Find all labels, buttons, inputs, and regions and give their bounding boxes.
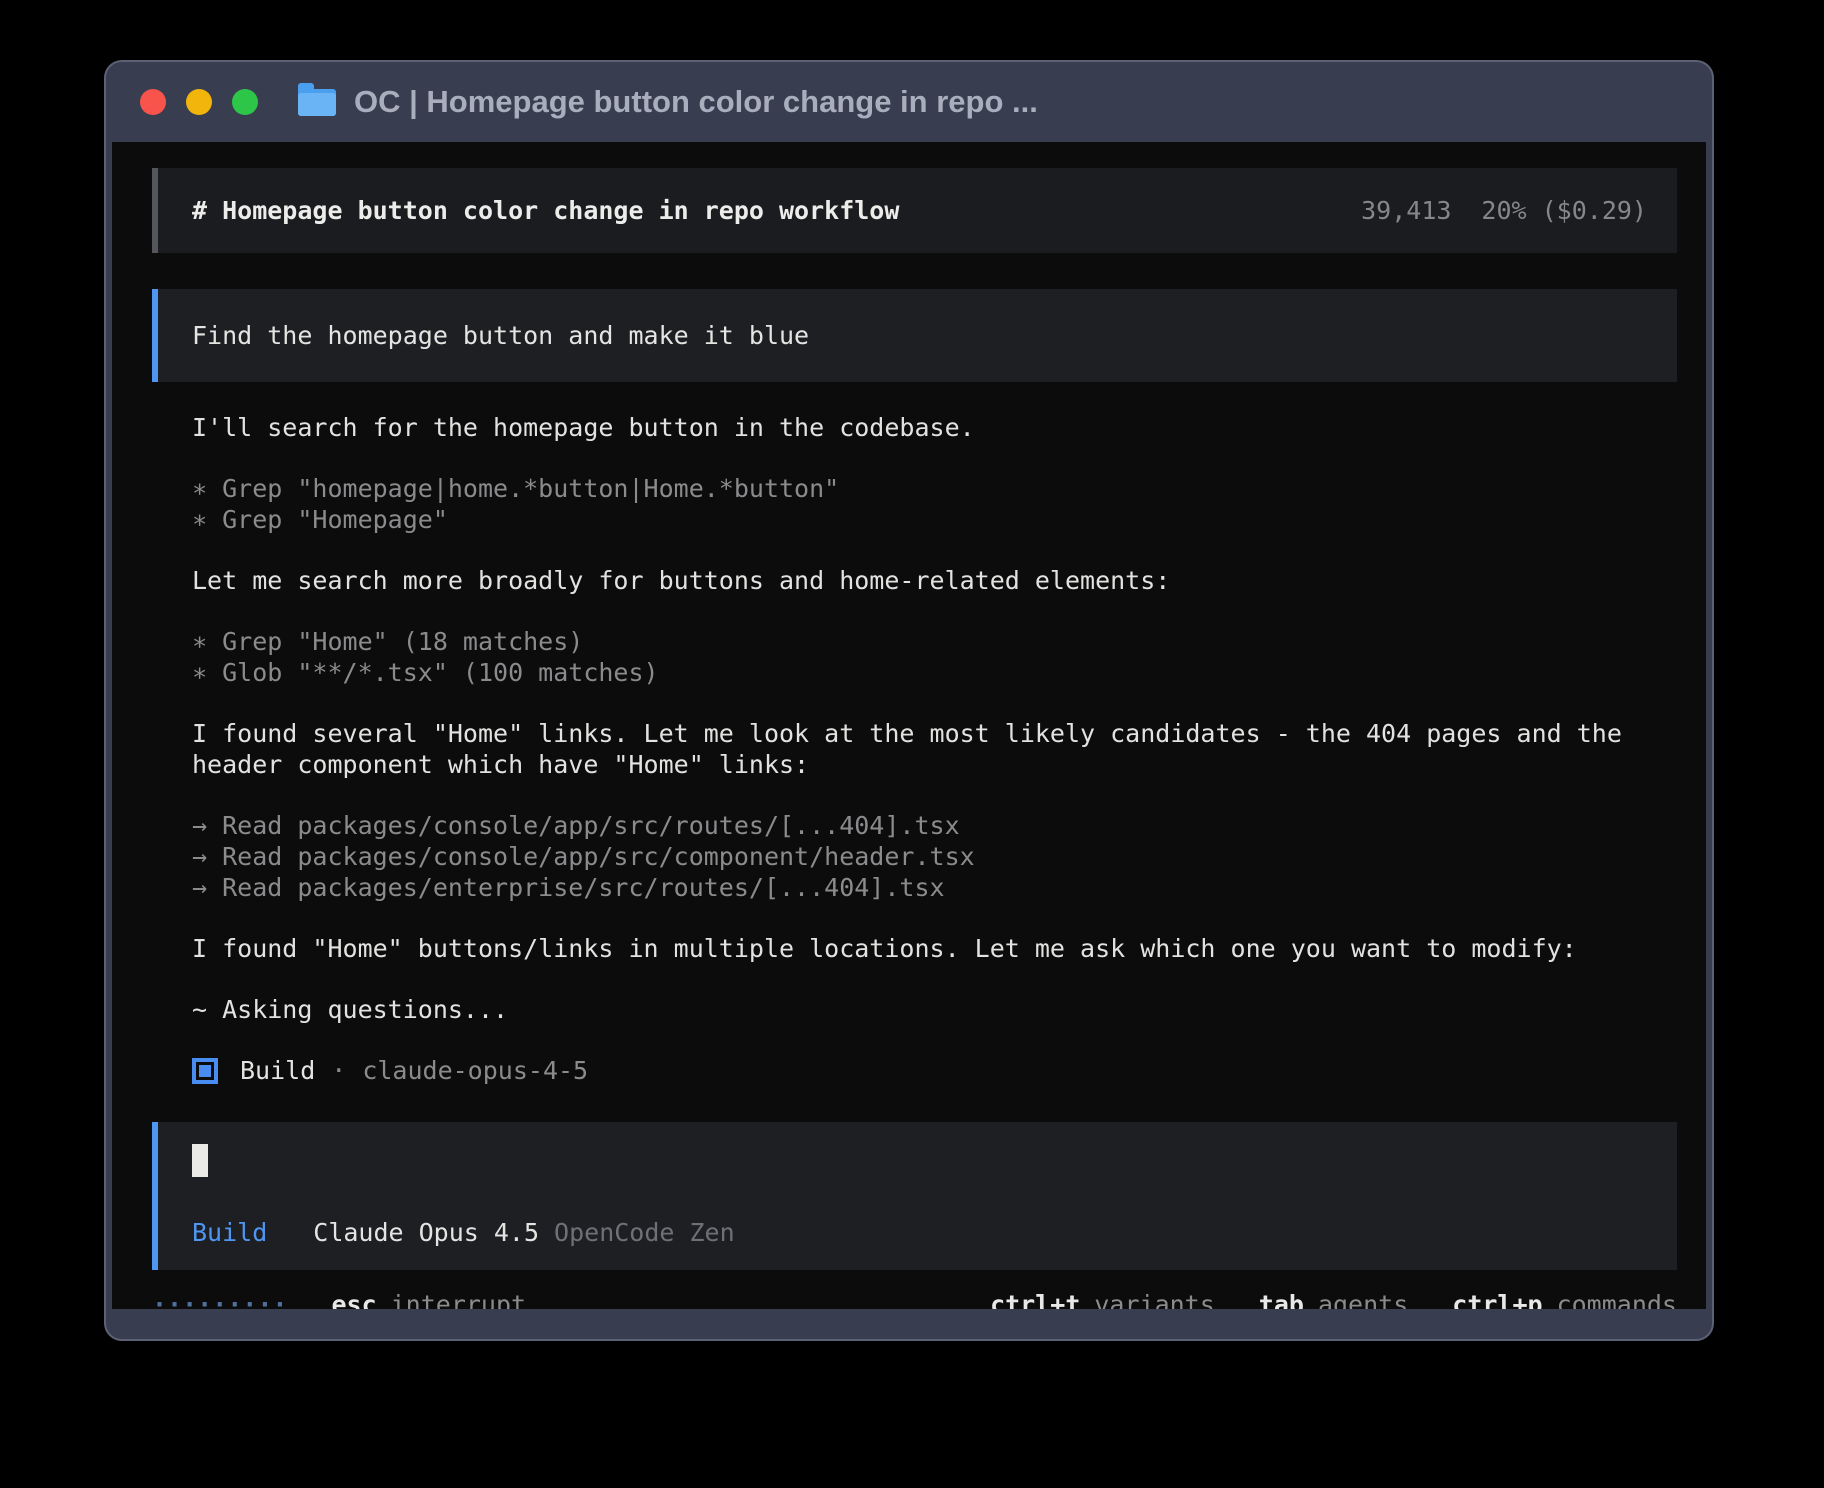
traffic-lights	[140, 89, 258, 115]
status-bar-right: ctrl+t variants tab agents ctrl+p comman…	[990, 1289, 1677, 1309]
spinner-dots: ·········	[152, 1289, 287, 1309]
agent-name: Build	[240, 1055, 315, 1086]
hint-label-commands: commands	[1557, 1289, 1677, 1309]
tool-call-grep: ∗ Grep "Homepage"	[192, 504, 1677, 535]
hint-key-ctrl-t: ctrl+t	[990, 1289, 1080, 1309]
folder-icon	[298, 89, 336, 116]
agent-square-icon	[192, 1058, 218, 1084]
zoom-button[interactable]	[232, 89, 258, 115]
title-bar[interactable]: OC | Homepage button color change in rep…	[106, 62, 1712, 142]
mode-label[interactable]: Build	[192, 1217, 267, 1248]
tool-call-read: → Read packages/console/app/src/componen…	[192, 841, 1677, 872]
terminal-window: OC | Homepage button color change in rep…	[104, 60, 1714, 1341]
user-message-text: Find the homepage button and make it blu…	[192, 321, 809, 350]
hint-label-interrupt: interrupt	[391, 1289, 526, 1309]
tool-call-grep: ∗ Grep "Home" (18 matches)	[192, 626, 1677, 657]
hint-interrupt: esc interrupt	[331, 1289, 526, 1309]
agent-model: claude-opus-4-5	[362, 1055, 588, 1086]
working-status: ~ Asking questions...	[192, 994, 1672, 1025]
session-stats: 39,413 20% ($0.29)	[1361, 195, 1647, 226]
assistant-paragraph: I found several "Home" links. Let me loo…	[192, 718, 1672, 780]
input-meta: Build Claude Opus 4.5 OpenCode Zen	[192, 1217, 1647, 1248]
assistant-transcript: I'll search for the homepage button in t…	[192, 412, 1677, 1086]
context-cost: 20% ($0.29)	[1481, 195, 1647, 226]
provider-label: OpenCode Zen	[554, 1217, 735, 1248]
hint-label-variants: variants	[1094, 1289, 1214, 1309]
token-count: 39,413	[1361, 195, 1451, 226]
session-header: # Homepage button color change in repo w…	[152, 168, 1677, 253]
hint-key-ctrl-p: ctrl+p	[1452, 1289, 1542, 1309]
hint-agents: tab agents	[1259, 1289, 1408, 1309]
tool-call-grep: ∗ Grep "homepage|home.*button|Home.*butt…	[192, 473, 1677, 504]
minimize-button[interactable]	[186, 89, 212, 115]
status-bar: ········· esc interrupt ctrl+t variants …	[152, 1289, 1677, 1309]
status-bar-left: ········· esc interrupt	[152, 1289, 526, 1309]
assistant-paragraph: Let me search more broadly for buttons a…	[192, 565, 1672, 596]
tool-call-group: ∗ Grep "homepage|home.*button|Home.*butt…	[192, 473, 1677, 535]
text-cursor	[192, 1144, 208, 1177]
close-button[interactable]	[140, 89, 166, 115]
hint-key-tab: tab	[1259, 1289, 1304, 1309]
session-title: # Homepage button color change in repo w…	[192, 195, 899, 226]
tool-call-read: → Read packages/enterprise/src/routes/[.…	[192, 872, 1677, 903]
prompt-input[interactable]: Build Claude Opus 4.5 OpenCode Zen	[152, 1122, 1677, 1270]
agent-separator: ·	[331, 1055, 346, 1086]
hint-label-agents: agents	[1318, 1289, 1408, 1309]
hint-key-esc: esc	[331, 1289, 376, 1309]
model-label[interactable]: Claude Opus 4.5	[313, 1217, 539, 1248]
hint-commands: ctrl+p commands	[1452, 1289, 1677, 1309]
hint-variants: ctrl+t variants	[990, 1289, 1215, 1309]
assistant-paragraph: I'll search for the homepage button in t…	[192, 412, 1672, 443]
tool-call-read: → Read packages/console/app/src/routes/[…	[192, 810, 1677, 841]
tool-call-group: → Read packages/console/app/src/routes/[…	[192, 810, 1677, 903]
agent-badge: Build · claude-opus-4-5	[192, 1055, 1677, 1086]
window-title: OC | Homepage button color change in rep…	[354, 84, 1038, 120]
terminal-body: # Homepage button color change in repo w…	[112, 142, 1706, 1309]
user-message: Find the homepage button and make it blu…	[152, 289, 1677, 382]
tool-call-group: ∗ Grep "Home" (18 matches) ∗ Glob "**/*.…	[192, 626, 1677, 688]
assistant-paragraph: I found "Home" buttons/links in multiple…	[192, 933, 1672, 964]
tool-call-glob: ∗ Glob "**/*.tsx" (100 matches)	[192, 657, 1677, 688]
